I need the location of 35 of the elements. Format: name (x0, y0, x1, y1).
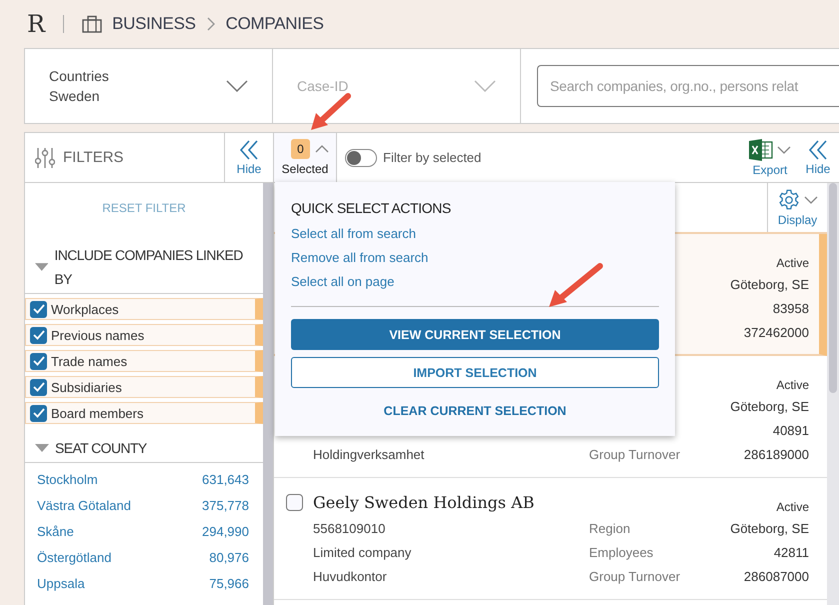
county-count: 294,990 (202, 524, 249, 538)
company-info: Limited company (313, 544, 412, 560)
section-title: INCLUDE COMPANIES LINKED BY (54, 246, 244, 289)
field-value: Göteborg, SE (730, 398, 809, 414)
popup-title: QUICK SELECT ACTIONS (291, 200, 452, 216)
section-title: SEAT COUNTY (55, 439, 147, 458)
field-value: 40891 (772, 422, 809, 438)
toggle-label: Filter by selected (383, 150, 482, 165)
field-value: 286189000 (744, 446, 809, 462)
field-value: 286087000 (744, 568, 809, 584)
field-label: Employees (589, 544, 654, 560)
field-value: 42811 (774, 544, 809, 560)
status-text: Active (776, 378, 809, 392)
field-value: Göteborg, SE (730, 520, 809, 536)
status-text: Active (776, 500, 809, 514)
company-info: Huvudkontor (313, 568, 387, 584)
county-count: 375,778 (202, 498, 249, 512)
selected-label: Selected (282, 162, 328, 176)
company-info: Holdingverksamhet (313, 446, 424, 462)
field-value: 372462000 (744, 324, 809, 340)
dropdown-label: Countries (49, 68, 109, 84)
county-count: 80,976 (209, 550, 249, 564)
case-id-placeholder: Case-ID (297, 78, 348, 94)
field-label: Group Turnover (589, 568, 680, 584)
field-value: Göteborg, SE (730, 276, 809, 292)
field-value: 83958 (772, 300, 809, 316)
dropdown-value: Sweden (49, 88, 101, 104)
field-label: Group Turnover (589, 446, 680, 462)
company-info: 5568109010 (313, 520, 386, 536)
field-label: Region (589, 520, 630, 536)
status-text: Active (776, 256, 809, 270)
filters-title: FILTERS (63, 149, 124, 166)
county-count: 75,966 (209, 576, 249, 590)
county-count: 631,643 (202, 472, 249, 486)
breadcrumb-item: COMPANIES (226, 14, 324, 34)
